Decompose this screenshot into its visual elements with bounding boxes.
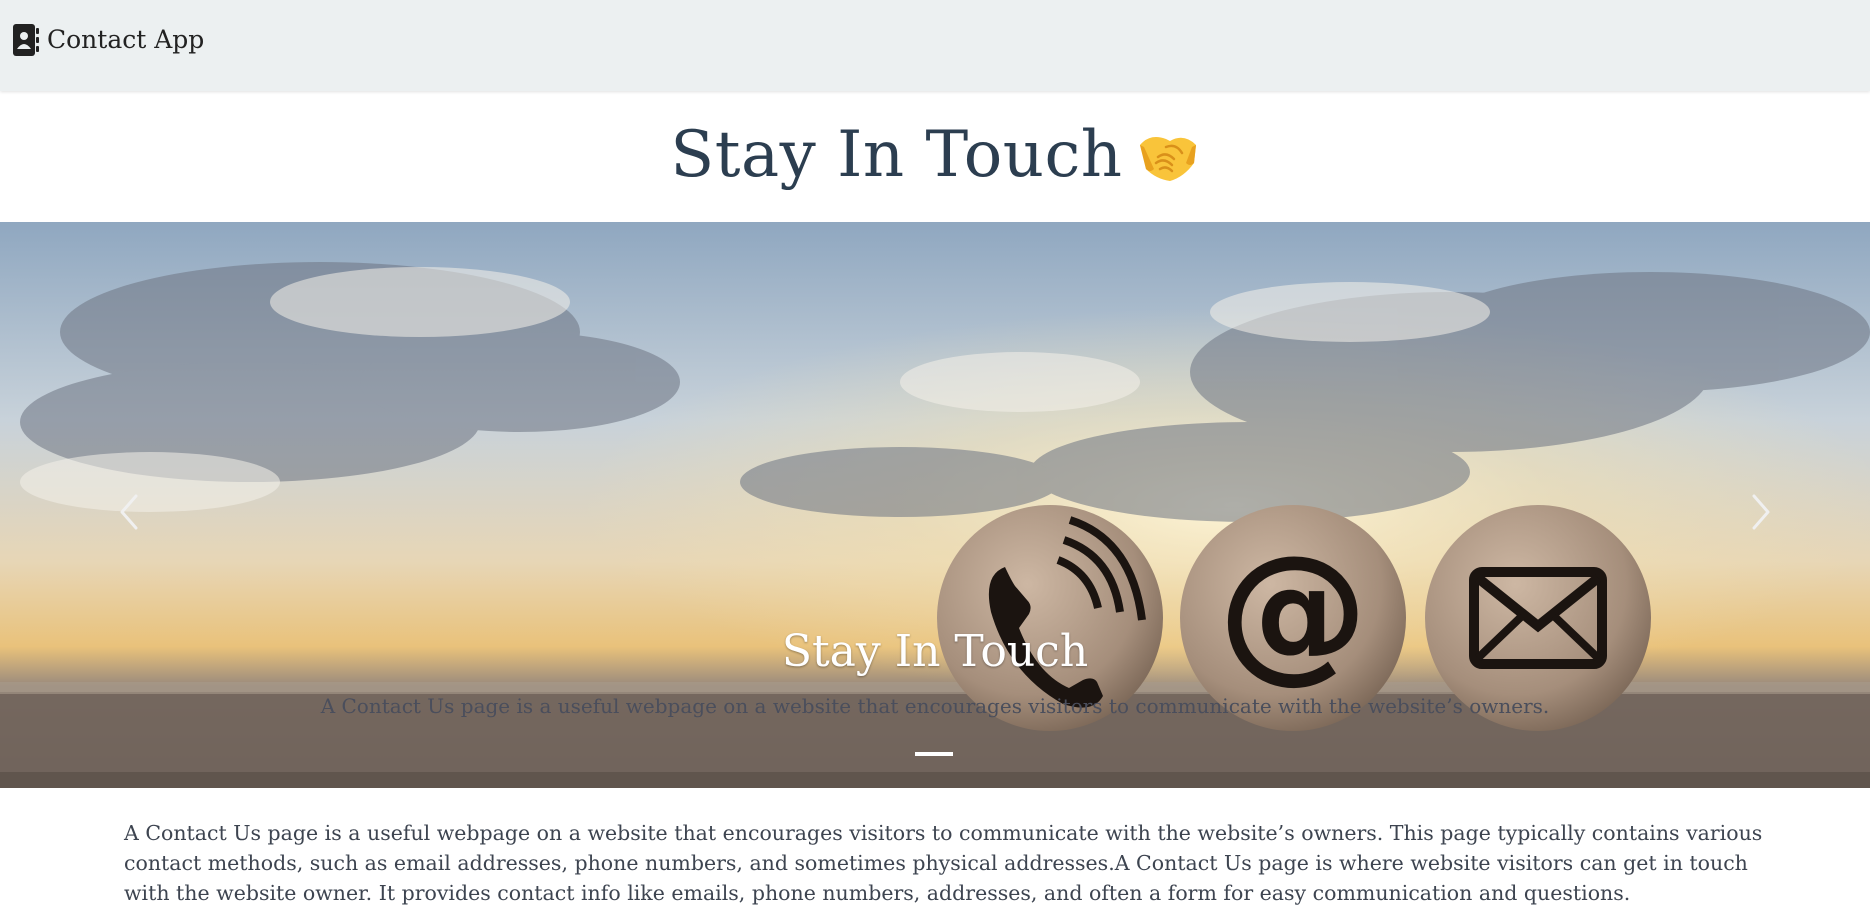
- page-description: A Contact Us page is a useful webpage on…: [124, 821, 1763, 905]
- brand-text: Contact App: [47, 25, 205, 54]
- carousel-next-button[interactable]: [1730, 482, 1790, 542]
- carousel: @ Stay In Touch A Contact Us page is a u…: [0, 222, 1870, 788]
- brand-link[interactable]: Contact App: [12, 22, 204, 58]
- page-heading: Stay In Touch: [0, 112, 1870, 198]
- carousel-indicator-active[interactable]: [915, 752, 953, 756]
- carousel-caption: Stay In Touch A Contact Us page is a use…: [0, 622, 1870, 720]
- page-title: Stay In Touch: [670, 118, 1123, 192]
- carousel-caption-title: Stay In Touch: [781, 626, 1089, 677]
- carousel-caption-text: A Contact Us page is a useful webpage on…: [320, 694, 1550, 718]
- chevron-right-icon: [1752, 494, 1770, 530]
- carousel-prev-button[interactable]: [100, 482, 160, 542]
- handshake-icon: [1139, 137, 1196, 181]
- navbar: Contact App: [0, 0, 1870, 91]
- chevron-left-icon: [120, 494, 138, 530]
- contact-book-icon: [13, 24, 39, 56]
